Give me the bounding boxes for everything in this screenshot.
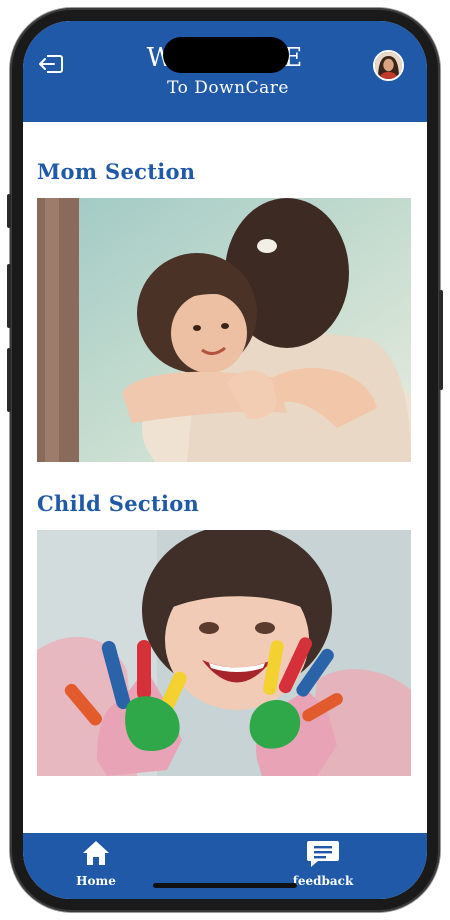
- mother-hugging-child-photo[interactable]: [37, 198, 411, 462]
- bottom-navigation: Home feedback: [23, 833, 427, 899]
- nav-home-label: Home: [76, 874, 116, 888]
- volume-down-button: [7, 348, 11, 412]
- home-indicator: [153, 883, 297, 888]
- volume-up-button: [7, 264, 11, 328]
- mute-switch: [7, 194, 11, 228]
- nav-feedback[interactable]: feedback: [291, 839, 355, 888]
- child-section-title[interactable]: Child Section: [37, 491, 199, 516]
- chat-bubble-icon: [307, 841, 339, 867]
- nav-home[interactable]: Home: [70, 839, 122, 888]
- power-button: [439, 290, 443, 390]
- home-icon: [83, 841, 109, 865]
- app-header: WELCOME To DownCare: [23, 21, 427, 122]
- welcome-subtitle: To DownCare: [167, 78, 289, 98]
- child-painted-hands-photo[interactable]: [37, 530, 411, 776]
- user-avatar[interactable]: [373, 50, 404, 81]
- nav-feedback-label: feedback: [292, 874, 354, 888]
- app-screen: WELCOME To DownCare Mom Section: [23, 21, 427, 899]
- mom-section-title[interactable]: Mom Section: [37, 159, 195, 184]
- dynamic-island: [163, 37, 289, 73]
